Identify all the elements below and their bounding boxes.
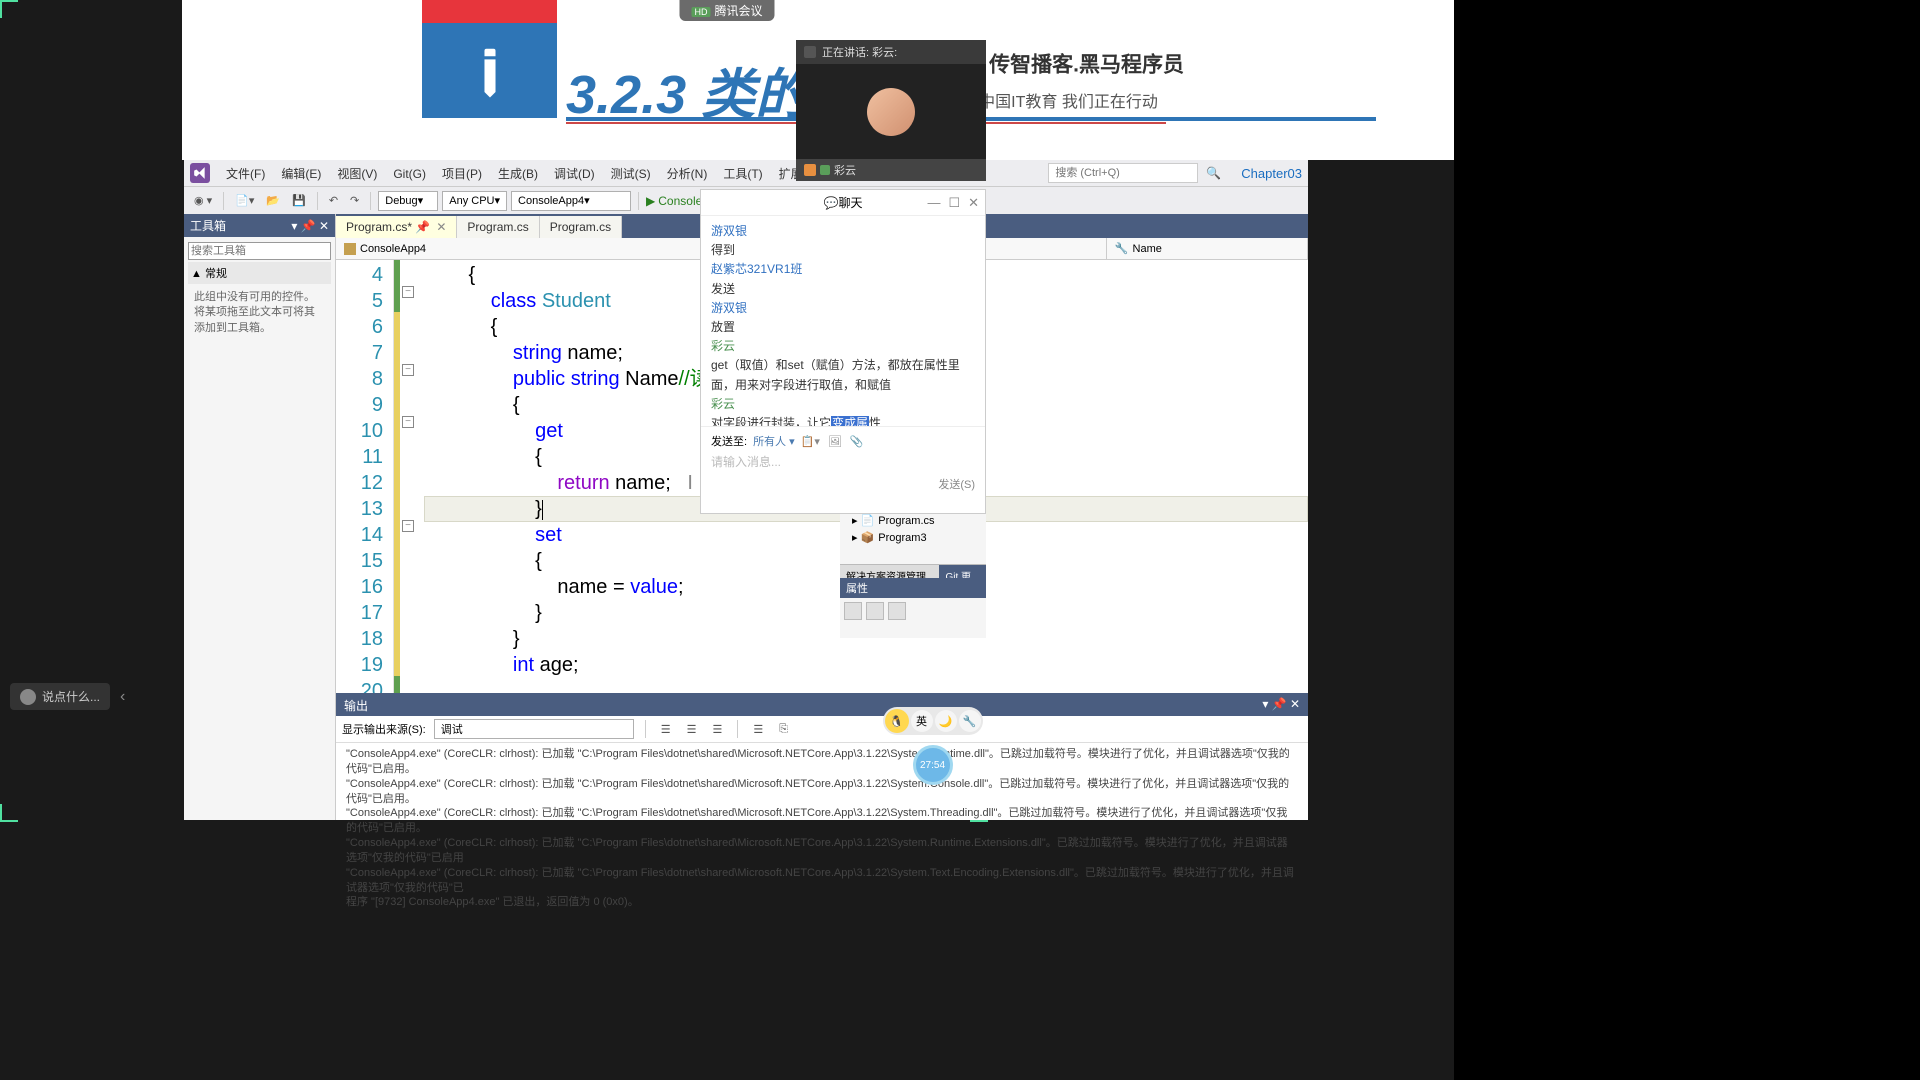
solution-name: Chapter03 [1241,166,1302,181]
solution-item[interactable]: ▸ 📄 Program.cs [840,512,986,529]
properties-panel: 属性 [840,578,986,638]
participant-name: 彩云 [796,159,986,181]
alphabetize-button[interactable] [866,602,884,620]
smiley-icon [20,689,36,705]
chat-header: 💬 聊天 — ☐ ✕ [701,190,985,216]
menu-item[interactable]: 测试(S) [603,167,659,181]
ime-toolbar[interactable]: 🐧 英 🌙 🔧 [883,707,983,735]
toolbox-empty-message: 此组中没有可用的控件。将某项拖至此文本可将其添加到工具箱。 [188,284,331,342]
menu-item[interactable]: 文件(F) [218,167,273,181]
menu-item[interactable]: 调试(D) [546,167,603,181]
status-dot [820,165,830,175]
toolbox-panel: 工具箱 ▾ 📌 ✕ ▲ 常规 此组中没有可用的控件。将某项拖至此文本可将其添加到… [184,214,336,820]
speaking-indicator: 正在讲话: 彩云: [796,40,986,64]
chat-input[interactable]: 请输入消息... [711,453,975,470]
send-to-label: 发送至: [711,433,747,449]
send-to-dropdown[interactable]: 所有人 ▾ [753,433,795,449]
maximize-button[interactable]: ☐ [948,195,960,211]
tencent-meeting-badge: HD腾讯会议 [679,0,774,21]
person-icon [804,164,816,176]
file-tab[interactable]: Program.cs* 📌✕ [336,216,457,238]
file-tab[interactable]: Program.cs [540,216,622,238]
ime-moon-icon[interactable]: 🌙 [935,710,957,732]
solution-item[interactable]: ▸ 📦 Program3 [840,529,986,546]
menu-item[interactable]: 视图(V) [329,167,385,181]
project-dropdown[interactable]: ConsoleApp4 ▾ [511,191,631,211]
toolbox-search[interactable] [188,242,331,260]
output-toolbar: 显示输出来源(S): 调试 ☰☰☰ ☰ ⎘ [336,716,1308,743]
slide-blue-block [422,23,557,118]
save-button[interactable]: 💾 [288,192,310,209]
timer-widget[interactable]: 27:54 [913,745,953,785]
ime-mascot-icon[interactable]: 🐧 [885,709,909,733]
menu-item[interactable]: 生成(B) [490,167,546,181]
chat-panel: 💬 聊天 — ☐ ✕ 游双银得到赵紫芯321VR1班发送游双银放置彩云get（取… [700,189,986,514]
categorize-button[interactable] [844,602,862,620]
platform-dropdown[interactable]: Any CPU ▾ [442,191,507,211]
output-panel: 输出 ▾ 📌 ✕ 显示输出来源(S): 调试 ☰☰☰ ☰ ⎘ "ConsoleA… [336,693,1308,820]
minimize-button[interactable]: — [927,195,940,211]
menu-item[interactable]: 工具(T) [715,167,770,181]
slide-red-accent [422,0,557,23]
wrench-button[interactable] [888,602,906,620]
back-button[interactable]: ◉ ▾ [190,192,216,209]
send-button[interactable]: 发送(S) [711,476,975,492]
config-dropdown[interactable]: Debug ▾ [378,191,438,211]
output-title: 输出 ▾ 📌 ✕ [336,695,1308,716]
toolbox-title: 工具箱 ▾ 📌 ✕ [184,214,335,237]
bottom-toolbar: 说点什么... ‹ [10,683,125,710]
open-button[interactable]: 📂 [262,192,284,209]
toolbox-category[interactable]: ▲ 常规 [188,262,331,284]
vs-search-input[interactable] [1048,163,1198,183]
output-source-dropdown[interactable]: 调试 [434,719,634,739]
vs-menubar: 文件(F)编辑(E)视图(V)Git(G)项目(P)生成(B)调试(D)测试(S… [184,160,1308,186]
menu-item[interactable]: 分析(N) [659,167,716,181]
vs-logo-icon [190,163,210,183]
chevron-left-icon[interactable]: ‹ [120,688,125,706]
undo-button[interactable]: ↶ [325,192,342,209]
menu-item[interactable]: 项目(P) [434,167,490,181]
properties-title: 属性 [840,578,986,598]
pencil-icon [454,35,525,106]
image-icon[interactable]: 🖼 [828,435,842,448]
screenshot-icon[interactable]: 📋▾ [801,435,820,448]
file-tab[interactable]: Program.cs [457,216,539,238]
output-content[interactable]: "ConsoleApp4.exe" (CoreCLR: clrhost): 已加… [336,743,1308,914]
close-button[interactable]: ✕ [968,195,979,211]
redo-button[interactable]: ↷ [346,192,363,209]
participant-avatar [796,64,986,159]
file-icon[interactable]: 📎 [850,435,864,448]
menu-item[interactable]: Git(G) [385,167,434,181]
chat-messages[interactable]: 游双银得到赵紫芯321VR1班发送游双银放置彩云get（取值）和set（赋值）方… [701,216,985,426]
context-project[interactable]: ConsoleApp4 [336,238,721,259]
ime-settings-icon[interactable]: 🔧 [959,710,981,732]
mic-input-button[interactable]: 说点什么... [10,683,110,710]
ime-lang-button[interactable]: 英 [911,710,933,732]
mic-icon [804,46,816,58]
new-item-button[interactable]: 📄▾ [231,192,258,209]
context-member[interactable]: 🔧Name [1107,238,1308,259]
video-thumbnail[interactable]: 正在讲话: 彩云: 彩云 [796,40,986,175]
menu-item[interactable]: 编辑(E) [273,167,329,181]
